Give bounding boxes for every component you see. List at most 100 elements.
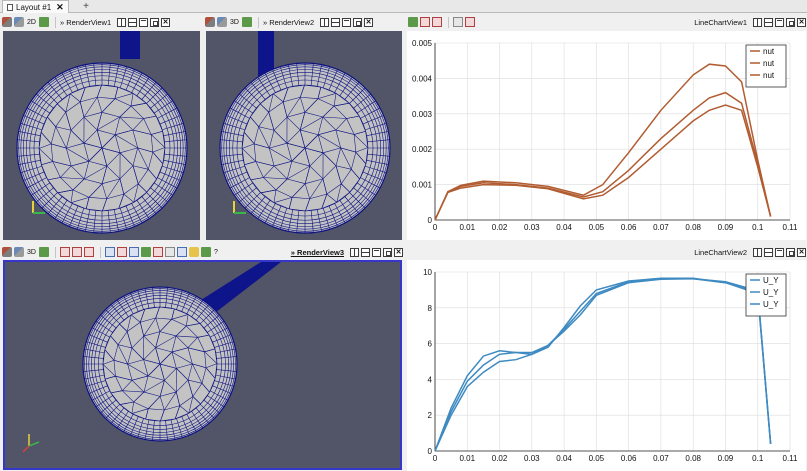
camera-rotate-icon[interactable]: [217, 17, 227, 27]
y-tick-label: 4: [428, 375, 433, 384]
renderview3-toolbar: 3D ? » RenderView3 ✕: [2, 244, 403, 260]
close-tab-icon[interactable]: ✕: [56, 2, 64, 13]
x-tick-label: 0.05: [589, 223, 605, 232]
x-tick-label: 0.11: [783, 223, 799, 232]
x-tick-label: 0.09: [718, 454, 734, 463]
select-points-icon[interactable]: [420, 17, 430, 27]
camera-reset-icon[interactable]: [205, 17, 215, 27]
legend-entry: nut: [763, 47, 775, 56]
y-tick-label: 0.001: [412, 181, 433, 190]
renderview2-title: » RenderView2: [262, 17, 315, 27]
y-tick-label: 6: [428, 340, 433, 349]
camera-reset-icon[interactable]: [2, 17, 12, 27]
renderview2-viewport[interactable]: [206, 31, 402, 240]
add-tab-button[interactable]: +: [80, 0, 92, 13]
chart-options-icon[interactable]: [408, 17, 418, 27]
toolbar-separator: [54, 16, 56, 28]
camera-reset-icon[interactable]: [2, 247, 12, 257]
legend-entry: nut: [763, 59, 775, 68]
x-tick-label: 0.1: [752, 454, 764, 463]
linechartview2-toolbar: LineChartView2 ✕: [408, 244, 806, 260]
renderview1-label: RenderView1: [66, 17, 112, 27]
close-view-button[interactable]: ✕: [161, 17, 171, 27]
legend-entry: nut: [763, 71, 775, 80]
polygon-select-icon[interactable]: [128, 247, 139, 257]
popout-button[interactable]: [353, 17, 363, 27]
split-horizontal-button[interactable]: [350, 247, 359, 257]
dimension-toggle-button[interactable]: 3D: [230, 19, 239, 26]
dimension-toggle-button[interactable]: 2D: [27, 19, 36, 26]
maximize-button[interactable]: [342, 17, 352, 27]
ruler-icon[interactable]: [188, 247, 199, 257]
split-horizontal-button[interactable]: [117, 17, 127, 27]
split-horizontal-button[interactable]: [753, 247, 762, 257]
popout-button[interactable]: [786, 17, 795, 27]
capture-icon[interactable]: [38, 247, 49, 257]
layout-document-icon: [7, 3, 13, 11]
split-vertical-button[interactable]: [764, 17, 773, 27]
select-block-icon[interactable]: [104, 247, 115, 257]
select-cells-on-icon[interactable]: [59, 247, 70, 257]
x-tick-label: 0.11: [783, 454, 799, 463]
select-points-on-icon[interactable]: [71, 247, 82, 257]
x-tick-label: 0.02: [492, 223, 508, 232]
renderview3-title: » RenderView3: [290, 247, 344, 257]
interactive-select-icon[interactable]: [116, 247, 127, 257]
split-horizontal-button[interactable]: [753, 17, 762, 27]
shrink-selection-icon[interactable]: [152, 247, 163, 257]
maximize-button[interactable]: [775, 17, 784, 27]
x-tick-label: 0: [433, 454, 438, 463]
tab-layout-label: Layout #1: [16, 2, 52, 12]
popout-button[interactable]: [383, 247, 392, 257]
close-view-button[interactable]: ✕: [394, 247, 403, 257]
renderview1-viewport[interactable]: [3, 31, 200, 240]
clear-selection-icon[interactable]: [432, 17, 442, 27]
popout-button[interactable]: [786, 247, 795, 257]
split-vertical-button[interactable]: [361, 247, 370, 257]
split-vertical-button[interactable]: [764, 247, 773, 257]
split-vertical-button[interactable]: [331, 17, 341, 27]
maximize-button[interactable]: [372, 247, 381, 257]
zoom-to-data-icon[interactable]: [453, 17, 463, 27]
uy-line-chart[interactable]: 0 0.01 0.02 0.03 0.04 0.05 0.06 0.07 0.08 0.09 0.1…: [407, 260, 806, 471]
toolbar-separator: [54, 246, 56, 258]
legend-entry: U_Y: [763, 288, 779, 297]
maximize-button[interactable]: [775, 247, 784, 257]
maximize-button[interactable]: [139, 17, 149, 27]
close-view-button[interactable]: ✕: [797, 247, 806, 257]
close-view-button[interactable]: ✕: [797, 17, 806, 27]
zoom-to-box-icon[interactable]: [200, 247, 211, 257]
close-view-button[interactable]: ✕: [364, 17, 374, 27]
x-tick-label: 0.05: [589, 454, 605, 463]
capture-icon[interactable]: [241, 17, 252, 27]
renderview3-viewport[interactable]: [3, 260, 402, 470]
popout-button[interactable]: [150, 17, 160, 27]
dimension-toggle-button[interactable]: 3D: [27, 249, 36, 256]
camera-rotate-icon[interactable]: [14, 17, 24, 27]
x-tick-label: 0.01: [459, 454, 475, 463]
y-tick-label: 0.003: [412, 110, 433, 119]
nut-line-chart[interactable]: 0 0.01 0.02 0.03 0.04 0.05 0.06 0.07 0.08 0.09 0.1…: [407, 31, 806, 240]
linechartview2-viewport[interactable]: 0 0.01 0.02 0.03 0.04 0.05 0.06 0.07 0.08 0.09 0.1…: [407, 260, 806, 471]
renderview3-label: RenderView3: [297, 247, 344, 257]
split-vertical-button[interactable]: [128, 17, 138, 27]
camera-rotate-icon[interactable]: [14, 247, 24, 257]
linechartview1-label: LineChartView1: [694, 17, 747, 27]
linechartview1-viewport[interactable]: 0 0.01 0.02 0.03 0.04 0.05 0.06 0.07 0.08 0.09 0.1…: [407, 31, 806, 240]
chart-axes: [434, 43, 790, 221]
clear-selection-icon[interactable]: [164, 247, 175, 257]
query-button[interactable]: ?: [214, 249, 218, 256]
legend-entry: U_Y: [763, 300, 779, 309]
select-cells-through-icon[interactable]: [83, 247, 94, 257]
legend-entry: U_Y: [763, 276, 779, 285]
mesh-render-1: [16, 31, 188, 234]
grow-selection-icon[interactable]: [140, 247, 151, 257]
hover-points-icon[interactable]: [176, 247, 187, 257]
mesh-disc: [16, 62, 188, 234]
tab-layout-1[interactable]: Layout #1 ✕: [2, 0, 69, 13]
x-tick-label: 0.04: [556, 454, 572, 463]
remove-selection-icon[interactable]: [465, 17, 475, 27]
renderview1-title: » RenderView1: [59, 17, 112, 27]
split-horizontal-button[interactable]: [320, 17, 330, 27]
capture-icon[interactable]: [38, 17, 49, 27]
